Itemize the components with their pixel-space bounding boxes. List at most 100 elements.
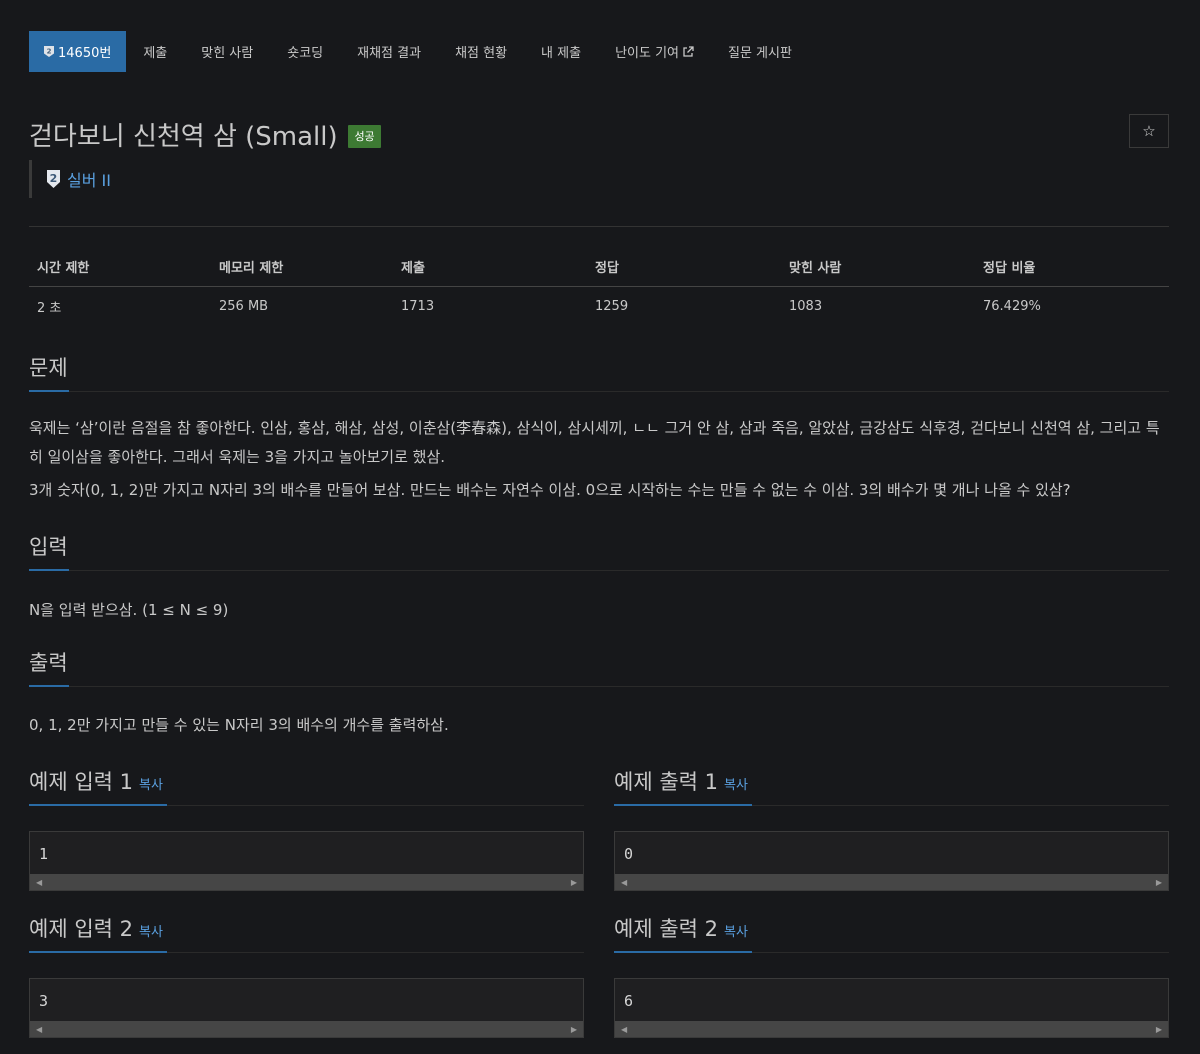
tab-solved-users[interactable]: 맞힌 사람 xyxy=(184,31,270,72)
sample-input-1-title: 예제 입력 1 xyxy=(29,770,133,794)
sample-input-2-header: 예제 입력 2 복사 xyxy=(29,911,584,953)
tier-label-link[interactable]: 실버 II xyxy=(67,167,111,191)
tab-difficulty-contribution-label: 난이도 기여 xyxy=(615,46,679,61)
header-accept-ratio: 정답 비율 xyxy=(975,249,1169,287)
sample-output-2-value: 6 xyxy=(624,992,634,1010)
divider xyxy=(29,226,1169,227)
scroll-right-icon[interactable]: ▶ xyxy=(571,1025,577,1034)
accept-ratio-value: 76.429% xyxy=(983,299,1041,314)
description-section-header: 문제 xyxy=(29,350,1169,392)
silver-tier-badge-icon: 2 xyxy=(46,169,61,189)
horizontal-scrollbar[interactable]: ◀ ▶ xyxy=(615,874,1168,890)
svg-text:2: 2 xyxy=(47,48,52,56)
tab-difficulty-contribution[interactable]: 난이도 기여 xyxy=(598,31,711,72)
time-limit-value: 2 초 xyxy=(37,301,62,316)
tab-problem-label: 14650번 xyxy=(58,46,112,61)
scroll-left-icon[interactable]: ◀ xyxy=(621,878,627,887)
samples-row-1: 예제 입력 1 복사 1 ◀ ▶ 예제 출력 1 복사 0 ◀ ▶ xyxy=(29,764,1169,891)
sample-output-1-value: 0 xyxy=(624,845,634,863)
header-memory-limit: 메모리 제한 xyxy=(211,249,393,287)
section-underline xyxy=(29,685,69,687)
output-section-header: 출력 xyxy=(29,645,1169,687)
output-description: 0, 1, 2만 가지고 만들 수 있는 N자리 3의 배수의 개수를 출력하삼… xyxy=(29,716,449,734)
sample-input-1: 예제 입력 1 복사 1 ◀ ▶ xyxy=(29,764,584,891)
header-submissions: 제출 xyxy=(393,249,587,287)
tab-rejudge-results[interactable]: 재채점 결과 xyxy=(340,31,438,72)
sample-output-1-box[interactable]: 0 ◀ ▶ xyxy=(614,831,1169,891)
section-underline xyxy=(29,804,167,806)
table-row: 2 초 256 MB 1713 1259 1083 76.429% xyxy=(29,287,1169,325)
tab-submit[interactable]: 제출 xyxy=(126,31,184,72)
section-underline xyxy=(614,951,752,953)
status-badge: 성공 xyxy=(348,125,381,148)
horizontal-scrollbar[interactable]: ◀ ▶ xyxy=(615,1021,1168,1037)
table-header-row: 시간 제한 메모리 제한 제출 정답 맞힌 사람 정답 비율 xyxy=(29,249,1169,287)
tab-solved-users-label: 맞힌 사람 xyxy=(201,46,254,61)
input-description: N을 입력 받으삼. (1 ≤ N ≤ 9) xyxy=(29,601,229,619)
description-title: 문제 xyxy=(29,356,68,380)
header-time-limit: 시간 제한 xyxy=(29,249,211,287)
favorite-star-button[interactable]: ☆ xyxy=(1129,114,1169,148)
section-underline xyxy=(614,804,752,806)
tab-rejudge-results-label: 재채점 결과 xyxy=(357,46,422,61)
sample-output-2-box[interactable]: 6 ◀ ▶ xyxy=(614,978,1169,1038)
copy-button[interactable]: 복사 xyxy=(139,925,163,940)
sample-output-1-header: 예제 출력 1 복사 xyxy=(614,764,1169,806)
solved-users-value: 1083 xyxy=(789,299,823,314)
input-title: 입력 xyxy=(29,535,68,559)
tier-number: 2 xyxy=(50,172,58,185)
tab-judge-status[interactable]: 채점 현황 xyxy=(438,31,524,72)
samples-row-2: 예제 입력 2 복사 3 ◀ ▶ 예제 출력 2 복사 6 ◀ ▶ xyxy=(29,911,1169,1038)
tab-problem[interactable]: 2 14650번 xyxy=(29,31,127,72)
section-underline xyxy=(29,390,69,392)
copy-button[interactable]: 복사 xyxy=(139,778,163,793)
accepted-value: 1259 xyxy=(595,299,629,314)
silver-tier-icon: 2 xyxy=(43,45,55,58)
tab-question-board[interactable]: 질문 게시판 xyxy=(711,31,809,72)
scroll-left-icon[interactable]: ◀ xyxy=(36,878,42,887)
description-paragraph-1: 욱제는 ‘삼’이란 음절을 참 좋아한다. 인삼, 홍삼, 해삼, 삼성, 이춘… xyxy=(29,419,1160,466)
sample-output-1: 예제 출력 1 복사 0 ◀ ▶ xyxy=(614,764,1169,891)
section-underline xyxy=(29,569,69,571)
problem-tier: 2 실버 II xyxy=(29,160,1169,198)
problem-title: 걷다보니 신천역 삼 (Small) xyxy=(29,122,338,152)
sample-input-2: 예제 입력 2 복사 3 ◀ ▶ xyxy=(29,911,584,1038)
sample-input-2-box[interactable]: 3 ◀ ▶ xyxy=(29,978,584,1038)
star-icon: ☆ xyxy=(1142,122,1156,140)
sample-input-2-title-wrap: 예제 입력 2 복사 xyxy=(29,913,163,951)
scroll-left-icon[interactable]: ◀ xyxy=(621,1025,627,1034)
copy-button[interactable]: 복사 xyxy=(724,925,748,940)
header-accepted: 정답 xyxy=(587,249,781,287)
sample-output-2-header: 예제 출력 2 복사 xyxy=(614,911,1169,953)
horizontal-scrollbar[interactable]: ◀ ▶ xyxy=(30,1021,583,1037)
sample-output-2: 예제 출력 2 복사 6 ◀ ▶ xyxy=(614,911,1169,1038)
sample-input-2-title: 예제 입력 2 xyxy=(29,917,133,941)
input-section-header: 입력 xyxy=(29,529,1169,571)
tab-my-submissions-label: 내 제출 xyxy=(541,46,582,61)
scroll-right-icon[interactable]: ▶ xyxy=(1156,878,1162,887)
scroll-left-icon[interactable]: ◀ xyxy=(36,1025,42,1034)
sample-input-1-value: 1 xyxy=(39,845,49,863)
tab-my-submissions[interactable]: 내 제출 xyxy=(524,31,598,72)
horizontal-scrollbar[interactable]: ◀ ▶ xyxy=(30,874,583,890)
tab-question-board-label: 질문 게시판 xyxy=(728,46,792,61)
page-container: 2 14650번 제출 맞힌 사람 숏코딩 재채점 결과 채점 현황 내 제출 … xyxy=(29,31,1169,1038)
copy-button[interactable]: 복사 xyxy=(724,778,748,793)
external-link-icon xyxy=(682,45,694,58)
memory-limit-value: 256 MB xyxy=(219,299,269,314)
problem-title-row: 걷다보니 신천역 삼 (Small) 성공 ☆ xyxy=(29,114,1169,156)
description-paragraph-2: 3개 숫자(0, 1, 2)만 가지고 N자리 3의 배수를 만들어 보삼. 만… xyxy=(29,481,1071,499)
scroll-right-icon[interactable]: ▶ xyxy=(1156,1025,1162,1034)
tab-short-coding-label: 숏코딩 xyxy=(287,46,324,61)
scroll-right-icon[interactable]: ▶ xyxy=(571,878,577,887)
sample-input-1-box[interactable]: 1 ◀ ▶ xyxy=(29,831,584,891)
sample-output-1-title: 예제 출력 1 xyxy=(614,770,718,794)
sample-input-1-header: 예제 입력 1 복사 xyxy=(29,764,584,806)
sample-input-1-title-wrap: 예제 입력 1 복사 xyxy=(29,766,163,804)
tab-judge-status-label: 채점 현황 xyxy=(455,46,508,61)
sample-input-2-value: 3 xyxy=(39,992,49,1010)
problem-info-table: 시간 제한 메모리 제한 제출 정답 맞힌 사람 정답 비율 2 초 256 M… xyxy=(29,249,1169,324)
tab-submit-label: 제출 xyxy=(143,46,168,61)
tab-short-coding[interactable]: 숏코딩 xyxy=(270,31,340,72)
sample-output-2-title-wrap: 예제 출력 2 복사 xyxy=(614,913,748,951)
